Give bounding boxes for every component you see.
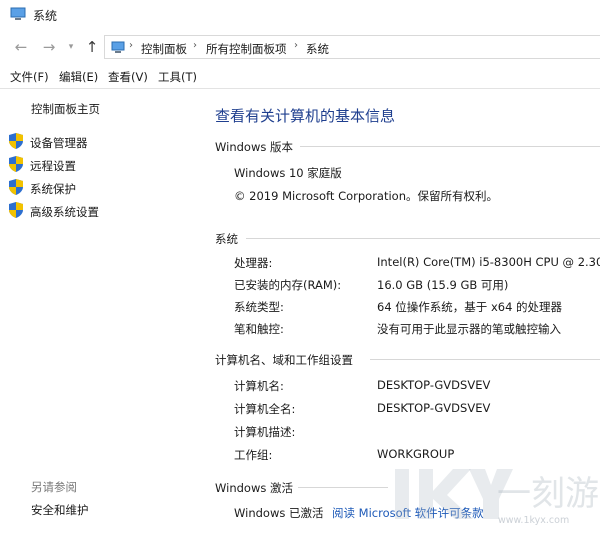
address-bar[interactable]: › 控制面板 › 所有控制面板项 › 系统	[104, 35, 600, 59]
breadcrumb-all-items[interactable]: 所有控制面板项	[206, 41, 287, 57]
recent-dropdown-icon[interactable]: ▾	[62, 38, 80, 56]
computer-name-label: 计算机名:	[234, 379, 284, 393]
ram-value: 16.0 GB (15.9 GB 可用)	[377, 278, 509, 292]
sidebar-item-label: 远程设置	[30, 159, 76, 173]
section-divider	[370, 359, 600, 360]
menu-file[interactable]: 文件(F)	[10, 69, 49, 85]
ram-label: 已安装的内存(RAM):	[234, 278, 342, 292]
section-title-computer-name: 计算机名、域和工作组设置	[215, 353, 353, 367]
system-monitor-icon	[10, 7, 26, 24]
breadcrumb-separator-icon: ›	[193, 40, 197, 51]
breadcrumb-control-panel[interactable]: 控制面板	[141, 41, 187, 57]
windows-edition-name: Windows 10 家庭版	[234, 166, 342, 180]
control-panel-icon	[111, 41, 125, 57]
forward-arrow-icon[interactable]: →	[40, 38, 58, 56]
sidebar-item-label: 系统保护	[30, 182, 76, 196]
processor-label: 处理器:	[234, 256, 273, 270]
sidebar-control-panel-home[interactable]: 控制面板主页	[31, 101, 100, 117]
watermark-text: 一刻游戏网	[497, 474, 600, 514]
navigation-bar: ← → ▾ ↑ › 控制面板 › 所有控制面板项 › 系统	[0, 32, 600, 62]
activation-status: Windows 已激活	[234, 506, 324, 520]
sidebar-item-label: 高级系统设置	[30, 205, 99, 219]
window-title: 系统	[33, 9, 58, 23]
menu-bar: 文件(F) 编辑(E) 查看(V) 工具(T)	[0, 66, 600, 86]
processor-value: Intel(R) Core(TM) i5-8300H CPU @ 2.30G	[377, 255, 600, 269]
section-divider	[300, 146, 600, 147]
pen-touch-label: 笔和触控:	[234, 322, 284, 336]
section-title-activation: Windows 激活	[215, 481, 293, 495]
system-type-label: 系统类型:	[234, 300, 284, 314]
breadcrumb-separator-icon: ›	[294, 40, 298, 51]
windows-copyright: © 2019 Microsoft Corporation。保留所有权利。	[234, 189, 498, 203]
computer-name-value: DESKTOP-GVDSVEV	[377, 378, 491, 392]
menu-tools[interactable]: 工具(T)	[158, 69, 197, 85]
shield-icon	[9, 179, 23, 198]
title-bar: 系统	[0, 0, 600, 30]
section-title-system: 系统	[215, 232, 238, 246]
sidebar-item-label: 设备管理器	[30, 136, 88, 150]
breadcrumb-separator-icon: ›	[129, 40, 133, 51]
menu-edit[interactable]: 编辑(E)	[59, 69, 98, 85]
menu-divider	[0, 88, 600, 89]
see-also-heading: 另请参阅	[31, 480, 77, 494]
section-divider	[246, 238, 600, 239]
description-label: 计算机描述:	[234, 425, 296, 439]
sidebar-security-maintenance[interactable]: 安全和维护	[31, 502, 89, 518]
section-title-edition: Windows 版本	[215, 140, 293, 154]
system-type-value: 64 位操作系统，基于 x64 的处理器	[377, 300, 563, 314]
watermark-url: www.1kyx.com	[498, 515, 570, 526]
back-arrow-icon[interactable]: ←	[12, 38, 30, 56]
workgroup-label: 工作组:	[234, 448, 273, 462]
breadcrumb-system[interactable]: 系统	[306, 41, 329, 57]
shield-icon	[9, 156, 23, 175]
full-name-label: 计算机全名:	[234, 402, 296, 416]
full-name-value: DESKTOP-GVDSVEV	[377, 401, 491, 415]
shield-icon	[9, 133, 23, 152]
page-title: 查看有关计算机的基本信息	[215, 107, 396, 125]
menu-view[interactable]: 查看(V)	[108, 69, 148, 85]
up-arrow-icon[interactable]: ↑	[83, 38, 101, 56]
pen-touch-value: 没有可用于此显示器的笔或触控输入	[377, 322, 561, 336]
shield-icon	[9, 202, 23, 221]
